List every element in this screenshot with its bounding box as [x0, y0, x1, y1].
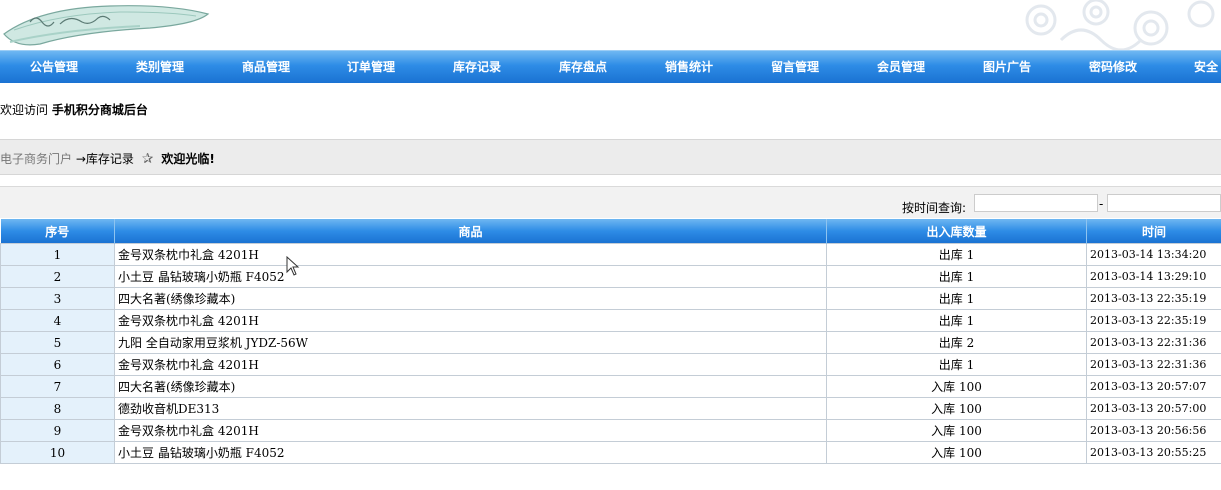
decorative-pattern-icon: [1025, 0, 1215, 50]
row-time: 2013-03-13 22:35:19: [1086, 287, 1221, 310]
row-time: 2013-03-13 22:31:36: [1086, 353, 1221, 376]
row-time: 2013-03-13 20:57:00: [1086, 397, 1221, 420]
nav-item-orders[interactable]: 订单管理: [347, 58, 395, 75]
nav-item-image-ads[interactable]: 图片广告: [983, 58, 1031, 75]
logo-ribbon-icon: [3, 5, 210, 46]
row-quantity: 出库 2: [826, 331, 1087, 354]
nav-item-change-password[interactable]: 密码修改: [1089, 58, 1137, 75]
row-product: 小土豆 晶钻玻璃小奶瓶 F4052: [114, 265, 827, 288]
header-index: 序号: [0, 219, 115, 244]
row-product: 金号双条枕巾礼盒 4201H: [114, 243, 827, 266]
mouse-pointer-icon: [286, 256, 300, 276]
row-time: 2013-03-13 22:31:36: [1086, 331, 1221, 354]
row-quantity: 入库 100: [826, 397, 1087, 420]
row-quantity: 入库 100: [826, 441, 1087, 464]
breadcrumb-current: 库存记录: [85, 152, 134, 166]
header-time: 时间: [1086, 219, 1221, 244]
row-index: 5: [0, 331, 115, 354]
nav-item-security[interactable]: 安全: [1194, 58, 1218, 75]
welcome-text: 欢迎访问 手机积分商城后台: [0, 101, 148, 118]
table-row: 9 金号双条枕巾礼盒 4201H 入库 100 2013-03-13 20:56…: [0, 419, 1221, 442]
row-time: 2013-03-13 20:57:07: [1086, 375, 1221, 398]
table-row: 4 金号双条枕巾礼盒 4201H 出库 1 2013-03-13 22:35:1…: [0, 309, 1221, 332]
table-row: 7 四大名著(绣像珍藏本) 入库 100 2013-03-13 20:57:07: [0, 375, 1221, 398]
header-product: 商品: [114, 219, 827, 244]
nav-item-categories[interactable]: 类别管理: [136, 58, 184, 75]
row-time: 2013-03-13 20:56:56: [1086, 419, 1221, 442]
table-row: 3 四大名著(绣像珍藏本) 出库 1 2013-03-13 22:35:19: [0, 287, 1221, 310]
nav-item-sales-stats[interactable]: 销售统计: [665, 58, 713, 75]
table-row: 6 金号双条枕巾礼盒 4201H 出库 1 2013-03-13 22:31:3…: [0, 353, 1221, 376]
row-product: 德劲收音机DE313: [114, 397, 827, 420]
row-time: 2013-03-14 13:29:10: [1086, 265, 1221, 288]
nav-item-products[interactable]: 商品管理: [242, 58, 290, 75]
row-product: 四大名著(绣像珍藏本): [114, 287, 827, 310]
inventory-table: 序号 商品 出入库数量 时间 1 金号双条枕巾礼盒 4201H 出库 1 201…: [0, 219, 1221, 464]
row-index: 1: [0, 243, 115, 266]
table-row: 2 小土豆 晶钻玻璃小奶瓶 F4052 出库 1 2013-03-14 13:2…: [0, 265, 1221, 288]
main-nav: 公告管理 类别管理 商品管理 订单管理 库存记录 库存盘点 销售统计 留言管理 …: [0, 50, 1221, 83]
row-index: 6: [0, 353, 115, 376]
row-product: 金号双条枕巾礼盒 4201H: [114, 309, 827, 332]
nav-item-announcements[interactable]: 公告管理: [30, 58, 78, 75]
row-quantity: 入库 100: [826, 419, 1087, 442]
nav-item-messages[interactable]: 留言管理: [771, 58, 819, 75]
table-row: 10 小土豆 晶钻玻璃小奶瓶 F4052 入库 100 2013-03-13 2…: [0, 441, 1221, 464]
header: [0, 0, 1221, 50]
row-quantity: 入库 100: [826, 375, 1087, 398]
row-product: 小土豆 晶钻玻璃小奶瓶 F4052: [114, 441, 827, 464]
row-quantity: 出库 1: [826, 265, 1087, 288]
row-product: 四大名著(绣像珍藏本): [114, 375, 827, 398]
breadcrumb-arrow: →: [75, 152, 86, 166]
row-quantity: 出库 1: [826, 287, 1087, 310]
breadcrumb-bar: 电子商务门户 →库存记录 ✰ 欢迎光临!: [0, 139, 1221, 175]
breadcrumb: 电子商务门户 →库存记录 ✰ 欢迎光临!: [0, 150, 215, 167]
start-date-input[interactable]: [974, 194, 1098, 212]
breadcrumb-home-link[interactable]: 电子商务门户: [0, 152, 72, 166]
row-product: 金号双条枕巾礼盒 4201H: [114, 419, 827, 442]
greeting-text: 欢迎光临!: [161, 152, 215, 166]
search-bar: 按时间查询: -: [0, 186, 1221, 218]
row-quantity: 出库 1: [826, 243, 1087, 266]
row-quantity: 出库 1: [826, 309, 1087, 332]
table-row: 1 金号双条枕巾礼盒 4201H 出库 1 2013-03-14 13:34:2…: [0, 243, 1221, 266]
row-time: 2013-03-13 22:35:19: [1086, 309, 1221, 332]
row-product: 九阳 全自动家用豆浆机 JYDZ-56W: [114, 331, 827, 354]
site-name: 手机积分商城后台: [51, 103, 148, 117]
row-index: 10: [0, 441, 115, 464]
welcome-prefix: 欢迎访问: [0, 103, 49, 117]
row-time: 2013-03-13 20:55:25: [1086, 441, 1221, 464]
nav-item-members[interactable]: 会员管理: [877, 58, 925, 75]
star-icon: ✰: [141, 151, 154, 167]
row-quantity: 出库 1: [826, 353, 1087, 376]
header-quantity: 出入库数量: [826, 219, 1087, 244]
nav-item-inventory-records[interactable]: 库存记录: [453, 58, 501, 75]
nav-item-stocktaking[interactable]: 库存盘点: [559, 58, 607, 75]
table-row: 8 德劲收音机DE313 入库 100 2013-03-13 20:57:00: [0, 397, 1221, 420]
row-index: 2: [0, 265, 115, 288]
row-index: 3: [0, 287, 115, 310]
row-index: 4: [0, 309, 115, 332]
row-index: 9: [0, 419, 115, 442]
row-product: 金号双条枕巾礼盒 4201H: [114, 353, 827, 376]
search-label: 按时间查询:: [902, 201, 967, 215]
row-index: 7: [0, 375, 115, 398]
date-separator: -: [1099, 197, 1104, 211]
row-time: 2013-03-14 13:34:20: [1086, 243, 1221, 266]
table-header-row: 序号 商品 出入库数量 时间: [0, 219, 1221, 244]
end-date-input[interactable]: [1107, 194, 1221, 212]
table-row: 5 九阳 全自动家用豆浆机 JYDZ-56W 出库 2 2013-03-13 2…: [0, 331, 1221, 354]
row-index: 8: [0, 397, 115, 420]
